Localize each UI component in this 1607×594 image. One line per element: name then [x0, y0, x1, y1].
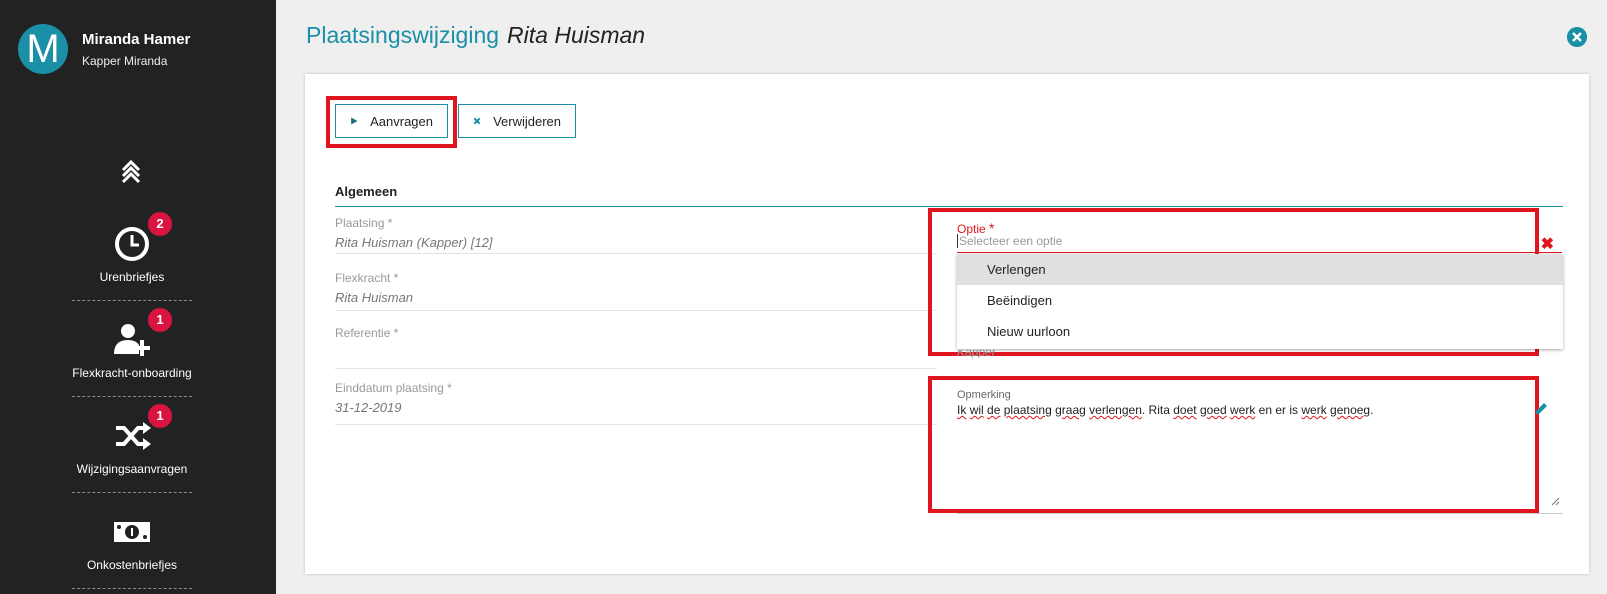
section-title: Algemeen: [335, 184, 398, 199]
opmerking-textarea[interactable]: Ik wil de plaatsing graag verlengen. Rit…: [957, 403, 1527, 417]
play-icon: [351, 117, 358, 125]
divider: [72, 396, 192, 397]
page-title: Plaatsingswijziging Rita Huisman: [306, 22, 645, 49]
sidebar-item-label: Wijzigingsaanvragen: [76, 462, 188, 476]
option-beeindigen[interactable]: Beëindigen: [957, 285, 1563, 316]
divider: [72, 492, 192, 493]
form-card: Aanvragen Verwijderen Algemeen Plaatsing…: [305, 74, 1589, 574]
sidebar-item-flexkracht-onboarding[interactable]: 1 Flexkracht-onboarding: [72, 308, 192, 397]
spell-error: graag: [1055, 403, 1086, 417]
sidebar-item-label: Urenbriefjes: [99, 270, 165, 284]
field-flexkracht: Flexkracht * Rita Huisman: [335, 271, 937, 311]
clear-icon[interactable]: ✖: [1541, 234, 1554, 254]
edit-pencil-icon[interactable]: [1533, 401, 1549, 417]
user-profile[interactable]: M Miranda Hamer Kapper Miranda: [18, 24, 190, 74]
text-fragment: . Rita: [1141, 403, 1174, 417]
spell-error: wil: [969, 403, 984, 417]
field-referentie: Referentie *: [335, 326, 937, 369]
spell-error: doet: [1173, 403, 1197, 417]
hidden-field-value: Kapper: [957, 350, 996, 358]
shuffle-icon: [116, 422, 151, 450]
spell-error: werk: [1229, 403, 1256, 417]
optie-dropdown: Verlengen Beëindigen Nieuw uurloon: [957, 254, 1563, 349]
resize-handle-icon[interactable]: [1550, 496, 1560, 506]
notification-badge: 1: [148, 308, 172, 332]
option-verlengen[interactable]: Verlengen: [957, 254, 1563, 285]
field-plaatsing: Plaatsing * Rita Huisman (Kapper) [12]: [335, 216, 937, 254]
clock-icon: [115, 227, 149, 261]
user-company: Kapper Miranda: [82, 53, 168, 68]
sidebar-item-label: Flexkracht-onboarding: [72, 366, 192, 380]
close-icon: [473, 117, 481, 125]
text-fragment: en er is: [1255, 403, 1302, 417]
field-label: Flexkracht: [335, 271, 391, 285]
spell-error: verlengen: [1089, 403, 1142, 417]
required-marker: *: [447, 381, 452, 395]
spell-error: de: [987, 403, 1001, 417]
optie-select[interactable]: Selecteer een optie ✖: [957, 232, 1562, 253]
option-nieuw-uurloon[interactable]: Nieuw uurloon: [957, 316, 1563, 347]
field-value: Rita Huisman (Kapper) [12]: [335, 235, 493, 250]
field-label: Referentie: [335, 326, 391, 340]
sidebar-item-wijzigingsaanvragen[interactable]: 1 Wijzigingsaanvragen: [72, 404, 192, 493]
sidebar-item-label: Onkostenbriefjes: [86, 558, 178, 572]
user-name: Miranda Hamer: [82, 30, 191, 48]
sidebar-item-urenbriefjes[interactable]: 2 Urenbriefjes: [72, 212, 192, 301]
spell-error: werk: [1301, 403, 1327, 417]
field-label: Plaatsing: [335, 216, 385, 230]
avatar: M: [18, 24, 68, 74]
collapse-up-icon[interactable]: [118, 156, 144, 186]
money-icon: [114, 522, 150, 542]
delete-button-label: Verwijderen: [493, 113, 561, 129]
page-title-text: Plaatsingswijziging: [306, 22, 500, 48]
text-cursor: [957, 234, 958, 248]
optie-placeholder: Selecteer een optie: [959, 234, 1063, 248]
field-value: Rita Huisman: [335, 290, 414, 305]
opmerking-label: Opmerking: [957, 389, 1011, 401]
highlight-frame: [928, 376, 1539, 513]
text-fragment: .: [1370, 403, 1374, 417]
textarea-underline: [957, 513, 1563, 514]
spell-error: Ik: [957, 403, 967, 417]
required-marker: *: [393, 326, 399, 340]
required-marker: *: [393, 271, 399, 285]
delete-button[interactable]: Verwijderen: [458, 104, 576, 138]
sidebar: M Miranda Hamer Kapper Miranda 2 Urenbri…: [0, 0, 276, 594]
divider: [72, 588, 192, 589]
spell-error: genoeg: [1330, 403, 1371, 417]
request-button[interactable]: Aanvragen: [335, 104, 448, 138]
field-value: 31-12-2019: [335, 400, 402, 415]
required-marker: *: [387, 216, 393, 230]
field-einddatum: Einddatum plaatsing * 31-12-2019: [335, 381, 937, 425]
sidebar-item-onkostenbriefjes[interactable]: Onkostenbriefjes: [72, 510, 192, 589]
notification-badge: 1: [148, 404, 172, 428]
request-button-label: Aanvragen: [370, 113, 433, 129]
close-icon[interactable]: [1567, 27, 1587, 47]
field-label: Einddatum plaatsing: [335, 381, 444, 395]
divider: [72, 300, 192, 301]
add-user-icon: [114, 324, 150, 356]
section-divider: [335, 206, 1563, 207]
page-title-person: Rita Huisman: [507, 22, 646, 48]
spell-error: goed: [1199, 403, 1227, 417]
notification-badge: 2: [148, 212, 172, 236]
spell-error: plaatsing: [1003, 403, 1052, 417]
